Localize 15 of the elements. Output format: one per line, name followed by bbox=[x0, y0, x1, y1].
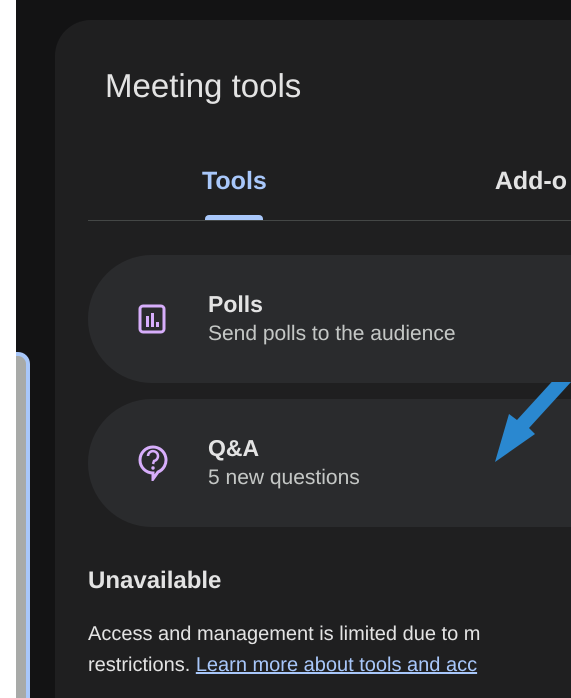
tool-description: Send polls to the audience bbox=[208, 321, 456, 347]
panel-title: Meeting tools bbox=[105, 68, 302, 104]
bar-chart-icon bbox=[138, 304, 166, 334]
unavailable-message: Access and management is limited due to m restrictions. Learn more about tools and acc bbox=[88, 622, 480, 678]
learn-more-link[interactable]: Learn more about tools and acc bbox=[196, 654, 478, 676]
tab[interactable]: Add-o bbox=[494, 166, 568, 220]
tool-description: 5 new questions bbox=[208, 465, 360, 491]
tab[interactable]: Tools bbox=[202, 166, 267, 220]
section-heading: Unavailable bbox=[88, 567, 222, 595]
tool-title: Polls bbox=[208, 290, 263, 319]
tool-item[interactable]: Polls Send polls to the audience bbox=[88, 255, 571, 383]
arrow-icon bbox=[495, 382, 571, 462]
question-bubble-icon bbox=[138, 445, 168, 481]
tool-item[interactable]: Q&A 5 new questions bbox=[88, 399, 571, 527]
tool-title: Q&A bbox=[208, 434, 260, 463]
